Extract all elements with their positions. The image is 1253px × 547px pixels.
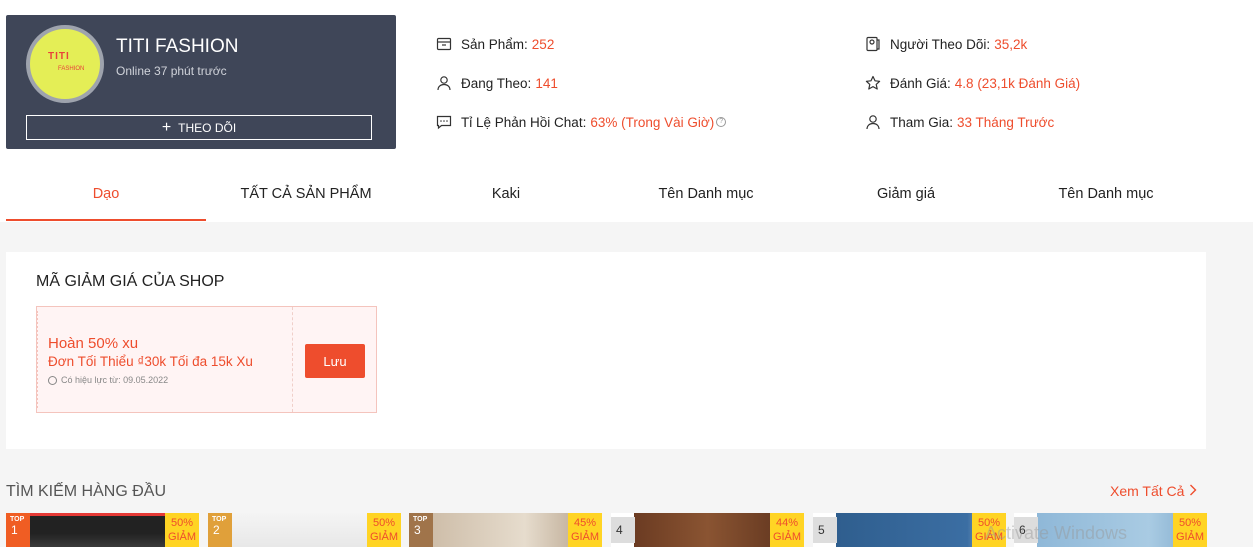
shop-avatar[interactable]: TITI FASHION bbox=[26, 25, 104, 103]
help-icon[interactable]: ? bbox=[716, 117, 727, 127]
chevron-right-icon bbox=[1189, 483, 1197, 499]
discount-word: GIẢM bbox=[772, 531, 802, 543]
discount-value: 50% bbox=[1178, 517, 1202, 529]
stat-rating: Đánh Giá: 4.8 (23,1k Đánh Giá) bbox=[865, 75, 1080, 91]
rank-badge: TOP 2 bbox=[208, 513, 232, 547]
user-icon bbox=[436, 75, 452, 91]
top-product-card[interactable]: TOP 1 50% GIẢM bbox=[6, 513, 199, 547]
top-label: TOP bbox=[10, 516, 25, 523]
stat-chat-response: Tỉ Lệ Phản Hồi Chat: 63% (Trong Vài Giờ)… bbox=[436, 114, 727, 130]
rank-badge: 4 bbox=[611, 517, 635, 543]
stat-joined: Tham Gia: 33 Tháng Trước bbox=[865, 114, 1054, 130]
plus-icon: + bbox=[161, 118, 172, 136]
discount-badge: 50% GIẢM bbox=[1173, 513, 1207, 547]
follow-button[interactable]: + THEO DÕI bbox=[26, 115, 372, 140]
stat-following-label: Đang Theo: bbox=[461, 75, 532, 91]
rank-number: 1 bbox=[11, 523, 18, 537]
discount-badge: 50% GIẢM bbox=[367, 513, 401, 547]
discount-word: GIẢM bbox=[1175, 531, 1205, 543]
star-icon bbox=[865, 75, 881, 91]
voucher-main-text: Hoàn 50% xu bbox=[48, 335, 139, 352]
rank-number: 5 bbox=[818, 523, 825, 537]
voucher-validity: Có hiệu lực từ: 09.05.2022 bbox=[48, 375, 168, 385]
activation-watermark: Activate Windows bbox=[985, 523, 1128, 543]
top-label: TOP bbox=[413, 516, 428, 523]
shop-header: TITI FASHION TITI FASHION Online 37 phút… bbox=[0, 0, 1253, 222]
logo-line2: FASHION bbox=[58, 66, 85, 72]
voucher-card: Hoàn 50% xu Đơn Tối Thiểu ₫30k Tối đa 15… bbox=[36, 306, 377, 413]
rank-badge: 5 bbox=[813, 517, 837, 543]
discount-word: GIẢM bbox=[167, 531, 197, 543]
save-voucher-button[interactable]: Lưu bbox=[305, 344, 365, 378]
voucher-section-title: MÃ GIẢM GIÁ CỦA SHOP bbox=[36, 273, 225, 290]
stat-followers-label: Người Theo Dõi: bbox=[890, 36, 991, 52]
stat-products-label: Sản Phẩm: bbox=[461, 36, 528, 52]
rank-number: 3 bbox=[414, 523, 421, 537]
discount-value: 44% bbox=[775, 517, 799, 529]
rank-badge: TOP 1 bbox=[6, 513, 30, 547]
voucher-condition: Đơn Tối Thiểu ₫30k Tối đa 15k Xu bbox=[48, 354, 253, 369]
stat-following: Đang Theo: 141 bbox=[436, 75, 558, 91]
tab-category-1[interactable]: Tên Danh mục bbox=[606, 166, 806, 221]
stat-joined-value: 33 Tháng Trước bbox=[957, 114, 1055, 130]
see-all-link[interactable]: Xem Tất Cả bbox=[1110, 483, 1197, 499]
rank-number: 2 bbox=[213, 523, 220, 537]
follow-label: THEO DÕI bbox=[178, 120, 237, 135]
tab-kaki[interactable]: Kaki bbox=[406, 166, 606, 221]
shop-name: TITI FASHION bbox=[116, 36, 239, 57]
discount-word: GIẢM bbox=[369, 531, 399, 543]
tab-category-2[interactable]: Tên Danh mục bbox=[1006, 166, 1206, 221]
top-product-card[interactable]: TOP 2 50% GIẢM bbox=[208, 513, 401, 547]
clock-icon bbox=[48, 375, 57, 385]
see-all-label: Xem Tất Cả bbox=[1110, 483, 1185, 499]
top-product-card[interactable]: 5 50% GIẢM bbox=[813, 513, 1006, 547]
stat-chat-label: Tỉ Lệ Phản Hồi Chat: bbox=[461, 114, 587, 130]
discount-value: 50% bbox=[372, 517, 396, 529]
shop-online-status: Online 37 phút trước bbox=[116, 64, 227, 78]
discount-badge: 50% GIẢM bbox=[165, 513, 199, 547]
top-label: TOP bbox=[212, 516, 227, 523]
shop-card: TITI FASHION TITI FASHION Online 37 phút… bbox=[6, 15, 396, 149]
stat-joined-label: Tham Gia: bbox=[890, 114, 954, 130]
voucher-edge bbox=[36, 311, 38, 408]
stat-products-value: 252 bbox=[531, 36, 555, 52]
discount-value: 45% bbox=[573, 517, 597, 529]
discount-badge: 44% GIẢM bbox=[770, 513, 804, 547]
shop-tabs: Dạo TẤT CẢ SẢN PHẨM Kaki Tên Danh mục Gi… bbox=[6, 166, 1206, 221]
tab-discount[interactable]: Giảm giá bbox=[806, 166, 1006, 221]
user-icon bbox=[865, 114, 881, 130]
chat-icon bbox=[436, 114, 452, 130]
stat-chat-value: 63% (Trong Vài Giờ) bbox=[590, 114, 715, 130]
discount-badge: 45% GIẢM bbox=[568, 513, 602, 547]
logo-line1: TITI bbox=[48, 51, 70, 62]
rank-badge: TOP 3 bbox=[409, 513, 433, 547]
store-icon bbox=[436, 36, 452, 52]
voucher-panel: MÃ GIẢM GIÁ CỦA SHOP Hoàn 50% xu Đơn Tối… bbox=[6, 252, 1206, 449]
tab-all-products[interactable]: TẤT CẢ SẢN PHẨM bbox=[206, 166, 406, 221]
discount-word: GIẢM bbox=[570, 531, 600, 543]
discount-value: 50% bbox=[170, 517, 194, 529]
top-product-card[interactable]: 4 44% GIẢM bbox=[611, 513, 804, 547]
tab-explore[interactable]: Dạo bbox=[6, 166, 206, 221]
rank-number: 4 bbox=[616, 523, 623, 537]
stat-products: Sản Phẩm: 252 bbox=[436, 36, 554, 52]
voucher-divider bbox=[292, 307, 293, 412]
top-product-card[interactable]: TOP 3 45% GIẢM bbox=[409, 513, 602, 547]
stat-rating-label: Đánh Giá: bbox=[890, 75, 951, 91]
followers-icon bbox=[865, 36, 881, 52]
stat-followers: Người Theo Dõi: 35,2k bbox=[865, 36, 1027, 52]
stat-following-value: 141 bbox=[535, 75, 558, 91]
stat-followers-value: 35,2k bbox=[994, 36, 1028, 52]
stat-rating-value: 4.8 (23,1k Đánh Giá) bbox=[954, 75, 1081, 91]
top-search-title: TÌM KIẾM HÀNG ĐẦU bbox=[6, 483, 167, 500]
voucher-date: Có hiệu lực từ: 09.05.2022 bbox=[61, 375, 169, 385]
